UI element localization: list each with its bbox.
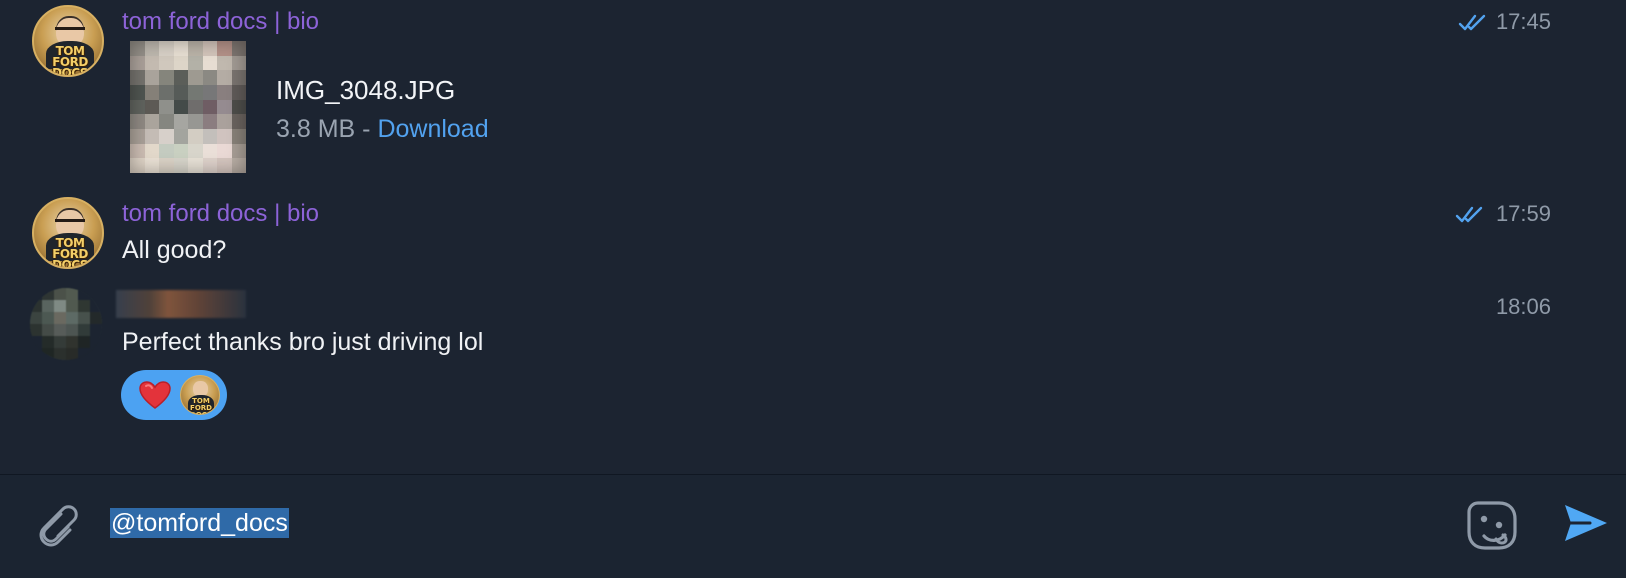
sender-name[interactable]: tom ford docs | bio <box>122 200 319 228</box>
double-check-icon <box>1458 13 1488 33</box>
avatar-glasses <box>55 27 85 36</box>
download-link[interactable]: Download <box>377 115 488 143</box>
double-check-icon <box>1455 205 1485 225</box>
avatar-tom-ford-docs[interactable]: TOM FORD DOCS <box>32 5 104 77</box>
message-time: 18:06 <box>1495 294 1551 319</box>
file-meta: 3.8 MB - Download <box>276 114 489 144</box>
avatar-logo: TOM FORD DOCS <box>52 236 88 269</box>
avatar-pixel-preview <box>30 288 102 360</box>
avatar-logo: TOM FORD DOCS <box>52 44 88 77</box>
pixelated-image-preview <box>130 41 246 173</box>
heart-icon <box>138 380 172 410</box>
file-size: 3.8 MB <box>276 115 356 143</box>
blurred-avatar[interactable] <box>30 288 102 360</box>
sticker-button[interactable] <box>1464 497 1520 553</box>
avatar-tom-ford-docs[interactable]: TOM FORD DOCS <box>32 197 104 269</box>
message-composer: @tomford_docs <box>0 474 1626 578</box>
avatar-logo: TOM FORD DOCS <box>189 397 213 415</box>
blurred-sender-name <box>116 290 246 318</box>
paperclip-icon <box>39 505 78 547</box>
message-text: All good? <box>122 236 227 264</box>
message-time: 17:45 <box>1495 9 1551 34</box>
avatar-glasses <box>55 219 85 228</box>
message-text: Perfect thanks bro just driving lol <box>122 328 484 356</box>
selected-mention-text: @tomford_docs <box>110 508 289 538</box>
image-file-thumbnail[interactable] <box>130 41 246 173</box>
file-separator: - <box>362 115 371 143</box>
sticker-icon <box>1467 501 1517 550</box>
attach-button[interactable] <box>28 499 80 551</box>
sender-name[interactable]: tom ford docs | bio <box>122 8 319 36</box>
file-name[interactable]: IMG_3048.JPG <box>276 75 455 105</box>
reaction-chip[interactable]: TOM FORD DOCS <box>121 370 227 420</box>
message-input[interactable] <box>109 504 1369 542</box>
message-time: 17:59 <box>1495 201 1551 226</box>
send-icon <box>1565 505 1607 541</box>
reaction-avatar: TOM FORD DOCS <box>180 375 220 415</box>
send-button[interactable] <box>1562 500 1610 546</box>
